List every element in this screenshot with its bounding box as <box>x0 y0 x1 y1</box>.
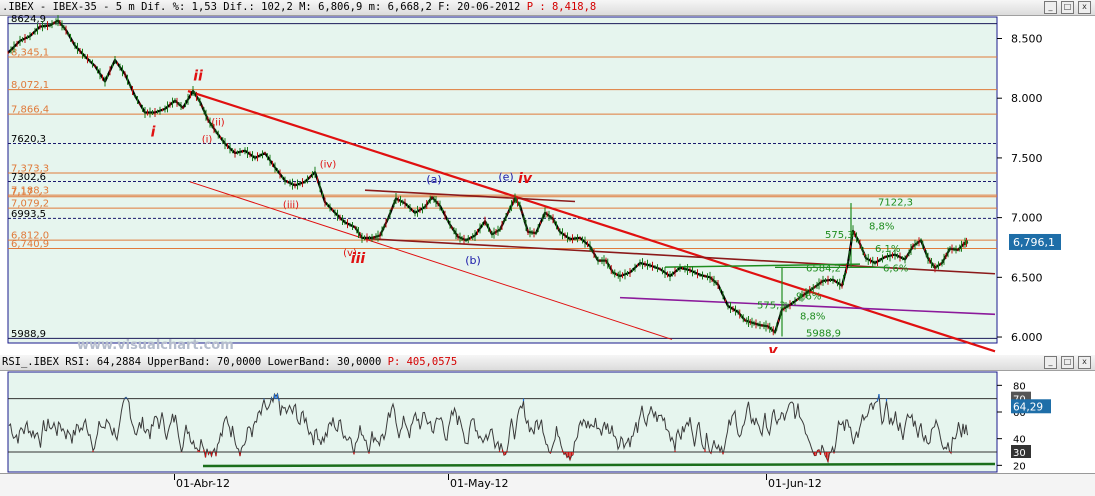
rsi-chart-svg[interactable]: 20406080703064,29 <box>0 355 1095 473</box>
annotation-label: 7122,3 <box>878 198 913 209</box>
wave-label: (ii) <box>211 118 224 129</box>
level-label: 5988,9 <box>11 329 46 340</box>
y-tick-label: 6.000 <box>1011 331 1043 344</box>
wave-label: (i) <box>202 134 213 145</box>
wave-label: (a) <box>426 173 441 186</box>
annotation-label: 6,6% <box>883 264 908 275</box>
level-label: 8,345,1 <box>11 47 49 58</box>
wave-label: ii <box>193 68 203 84</box>
rsi-y-tick-label: 80 <box>1013 381 1026 392</box>
level-label: 7620,3 <box>11 134 46 145</box>
level-label: 6993,5 <box>11 209 46 220</box>
wave-label: i <box>151 124 156 140</box>
level-label: 7302,6 <box>11 172 46 183</box>
level-label: 8,072,1 <box>11 80 49 91</box>
level-label: 7,866,4 <box>11 105 49 116</box>
annotation-label: 575,3 <box>757 300 786 311</box>
date-axis: 01-Abr-12 01-May-12 01-Jun-12 <box>0 473 1095 496</box>
y-tick-label: 8.500 <box>1011 32 1043 45</box>
y-tick-label: 6.500 <box>1011 271 1043 284</box>
price-chart-panel[interactable]: .IBEX - IBEX-35 - 5 m Dif. %: 1,53 Dif.:… <box>0 0 1095 353</box>
annotation-label: 6584,2 <box>806 264 841 275</box>
rsi-y-tick-label: 40 <box>1013 435 1026 446</box>
rsi-y-tick-label: 20 <box>1013 461 1026 472</box>
annotation-label: 8,8% <box>869 222 894 233</box>
annotation-label: 9,6% <box>796 291 821 302</box>
wave-label: (iv) <box>320 159 337 170</box>
level-label: 8624,9 <box>11 14 46 25</box>
level-label: 6,740,9 <box>11 239 49 250</box>
annotation-label: 5988,9 <box>806 328 841 339</box>
date-label: 01-Abr-12 <box>176 477 231 490</box>
date-tick <box>448 474 449 480</box>
wave-label: (b) <box>465 254 481 267</box>
last-price-label: 6,796,1 <box>1013 236 1055 249</box>
price-chart-svg[interactable]: 8624,98,345,18,072,17,866,47620,37,373,3… <box>0 0 1095 353</box>
y-tick-label: 7.000 <box>1011 212 1043 225</box>
rsi-plot-area <box>7 371 998 473</box>
wave-label: (iii) <box>283 200 299 211</box>
date-tick <box>766 474 767 480</box>
wave-label: iii <box>351 251 366 267</box>
lower-band-label: 30 <box>1013 448 1026 459</box>
rsi-chart-panel[interactable]: RSI_.IBEX RSI: 64,2884 UpperBand: 70,000… <box>0 355 1095 473</box>
y-tick-label: 8.000 <box>1011 92 1043 105</box>
date-label: 01-May-12 <box>450 477 509 490</box>
wave-label: v <box>768 343 778 353</box>
price-axis-bg <box>998 17 1095 343</box>
annotation-label: 6,1% <box>875 244 900 255</box>
date-tick <box>174 474 175 480</box>
annotation-label: 8,8% <box>800 312 825 323</box>
annotation-label: 575,3 <box>825 230 854 241</box>
watermark: www.visualchart.com <box>77 338 234 353</box>
rsi-last-label: 64,29 <box>1013 401 1043 413</box>
y-tick-label: 7.500 <box>1011 152 1043 165</box>
wave-label: iv <box>518 171 533 187</box>
wave-label: (e) <box>498 171 513 184</box>
date-label: 01-Jun-12 <box>768 477 822 490</box>
level-label: 7,17_,_ <box>11 187 47 198</box>
